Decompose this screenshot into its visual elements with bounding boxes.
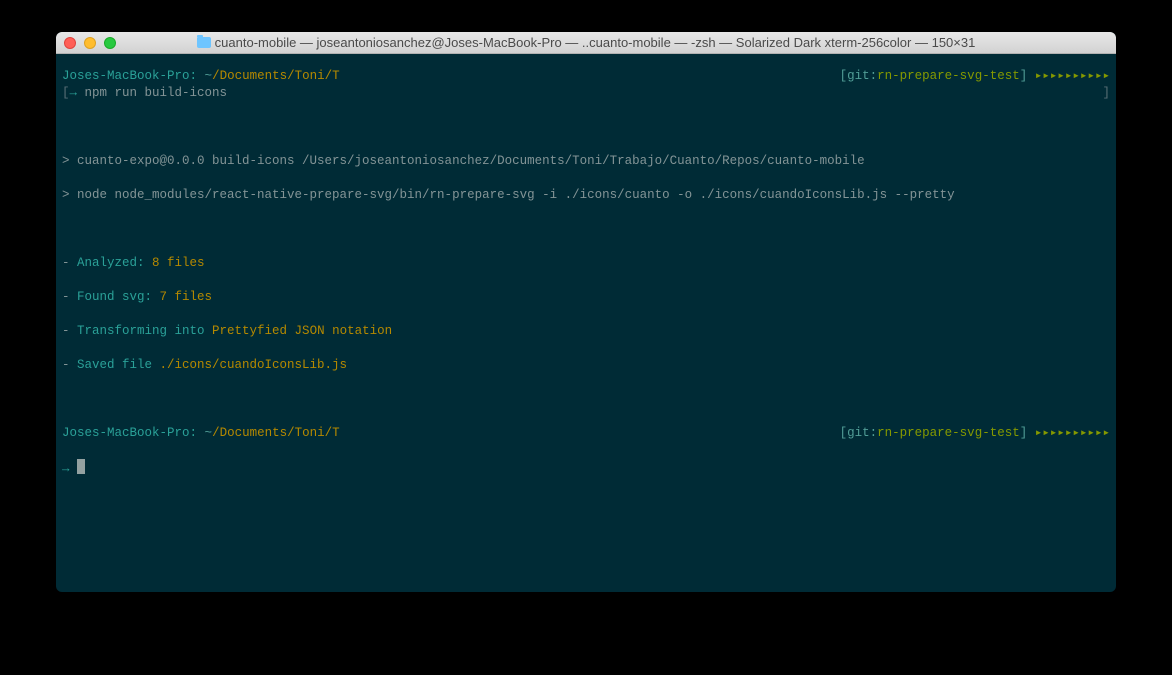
output-line-2: > node node_modules/react-native-prepare… [62,187,1110,204]
prompt-path: /Documents/Toni/T [212,69,340,83]
result-value: ./icons/cuandoIconsLib.js [160,358,348,372]
result-line-4: - Saved file ./icons/cuandoIconsLib.js [62,357,1110,374]
result-value: Prettyfied JSON notation [212,324,392,338]
dash: - [62,324,77,338]
dash: - [62,290,77,304]
folder-icon [197,37,211,48]
git-branch: rn-prepare-svg-test [877,69,1020,83]
cursor[interactable] [77,459,85,474]
prompt-path: /Documents/Toni/T [212,426,340,440]
prompt-tilde: ~ [205,426,213,440]
bracket-left: [ [62,86,70,100]
git-bracket-right: ] [1020,426,1028,440]
git-branch: rn-prepare-svg-test [877,426,1020,440]
prompt-line-2: Joses-MacBook-Pro: ~/Documents/Toni/T [gi… [62,425,1110,442]
result-value: 7 files [160,290,213,304]
result-line-1: - Analyzed: 8 files [62,255,1110,272]
bracket-right: ] [1102,85,1110,102]
git-bracket-left: [git: [840,426,878,440]
dash: - [62,358,77,372]
maximize-button[interactable] [104,37,116,49]
blank-line [62,119,1110,136]
result-value: 8 files [152,256,205,270]
prompt-arrow: → [62,462,77,476]
prompt-tilde: ~ [205,69,213,83]
prompt-host: Joses-MacBook-Pro: [62,69,197,83]
result-line-3: - Transforming into Prettyfied JSON nota… [62,323,1110,340]
result-line-2: - Found svg: 7 files [62,289,1110,306]
dash: - [62,256,77,270]
window-title: cuanto-mobile — joseantoniosanchez@Joses… [56,35,1116,50]
status-arrows: ▸▸▸▸▸▸▸▸▸▸ [1035,69,1110,83]
command-line-2: → [62,459,1110,478]
status-arrows: ▸▸▸▸▸▸▸▸▸▸ [1035,426,1110,440]
result-label: Transforming into [77,324,212,338]
traffic-lights [64,37,116,49]
blank-line [62,221,1110,238]
titlebar[interactable]: cuanto-mobile — joseantoniosanchez@Joses… [56,32,1116,54]
terminal-window: cuanto-mobile — joseantoniosanchez@Joses… [56,32,1116,592]
close-button[interactable] [64,37,76,49]
minimize-button[interactable] [84,37,96,49]
terminal-body[interactable]: Joses-MacBook-Pro: ~/Documents/Toni/T[gi… [56,54,1116,501]
git-bracket-left: [git: [840,69,878,83]
result-label: Saved file [77,358,160,372]
result-label: Found svg: [77,290,160,304]
command-line-1: [→ npm run build-icons] [62,85,1110,102]
blank-line [62,391,1110,408]
result-label: Analyzed: [77,256,152,270]
prompt-line-1: Joses-MacBook-Pro: ~/Documents/Toni/T [gi… [62,68,1110,85]
command-text: npm run build-icons [85,86,228,100]
git-bracket-right: ] [1020,69,1028,83]
prompt-arrow: → [70,86,85,100]
output-line-1: > cuanto-expo@0.0.0 build-icons /Users/j… [62,153,1110,170]
prompt-host: Joses-MacBook-Pro: [62,426,197,440]
window-title-text: cuanto-mobile — joseantoniosanchez@Joses… [215,35,976,50]
